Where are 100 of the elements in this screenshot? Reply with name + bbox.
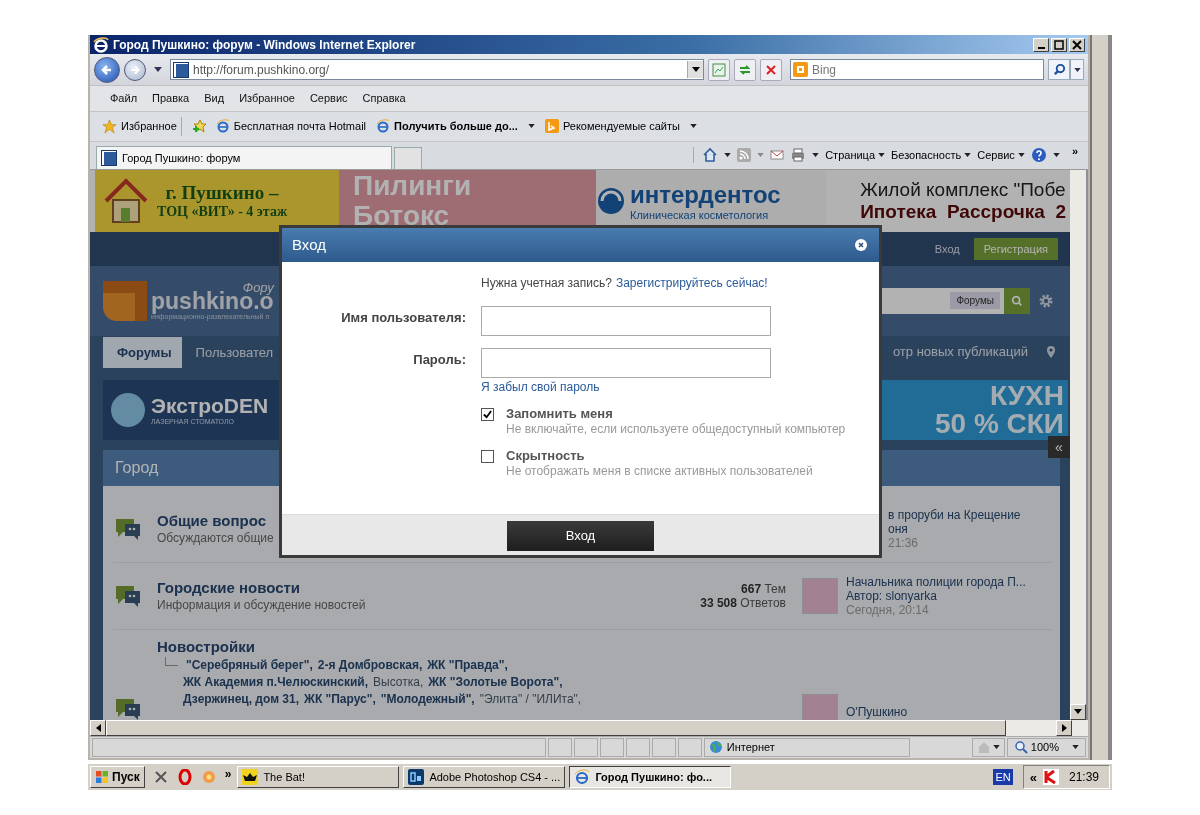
forum-description: Обсуждаются общие: [157, 531, 274, 546]
subforum-link[interactable]: ЖК Академия п.Челюскинский,: [183, 673, 369, 691]
search-icon: [1052, 63, 1066, 77]
nav-tab[interactable]: Форумы: [103, 336, 182, 368]
caret-icon: [1017, 153, 1025, 158]
banner-text: Ботокс: [353, 200, 451, 231]
command-menu[interactable]: Безопасность: [891, 149, 972, 162]
last-post-link[interactable]: Начальника полиции города П...: [846, 574, 1026, 589]
close-icon[interactable]: [855, 238, 867, 251]
subforum-link[interactable]: 2-я Домбровская,: [317, 656, 423, 674]
nav-tab[interactable]: Пользовател: [181, 336, 284, 368]
banner-text: Ипотека Рассрочка 2: [860, 200, 1066, 223]
subforum-link[interactable]: ЖК "Правда",: [427, 656, 508, 674]
subforum-link[interactable]: ЖК "Парус",: [304, 690, 376, 708]
help-icon[interactable]: [1030, 147, 1047, 164]
last-post-meta: оня: [888, 521, 908, 536]
checkbox-label[interactable]: Запомнить меня: [506, 405, 846, 421]
nav-tab[interactable]: отр новых публикаций: [892, 344, 1028, 360]
favorites-button[interactable]: Избранное: [98, 116, 182, 136]
settings-icon[interactable]: [1038, 292, 1054, 309]
maximize-button[interactable]: [1051, 37, 1067, 52]
refresh-button[interactable]: [734, 58, 756, 81]
back-button[interactable]: [94, 56, 120, 83]
address-field[interactable]: http://forum.pushkino.org/: [193, 62, 683, 77]
minimize-button[interactable]: [1033, 37, 1049, 52]
last-post-meta: Сегодня, 20:14: [846, 602, 929, 617]
scroll-down-button[interactable]: [1070, 703, 1086, 720]
last-post-link[interactable]: в проруби на Крещение: [888, 507, 1021, 522]
address-bar[interactable]: http://forum.pushkino.org/: [170, 59, 704, 81]
advertisement-banner[interactable]: г. Пушкино – ТОЦ «ВИТ» - 4 этаж: [95, 169, 339, 232]
caret-icon: [691, 67, 700, 73]
caret-icon[interactable]: [724, 153, 732, 158]
language-indicator[interactable]: EN: [993, 769, 1013, 785]
search-bar[interactable]: Bing: [790, 59, 1044, 81]
password-field[interactable]: [481, 347, 771, 378]
mail-icon[interactable]: [770, 148, 785, 163]
taskbar-button[interactable]: Город Пушкино: фо...: [569, 766, 732, 788]
favorites-link[interactable]: Бесплатная почта Hotmail: [215, 119, 367, 134]
subforum-link[interactable]: Дзержинец, дом 31,: [183, 690, 300, 708]
login-link[interactable]: Вход: [934, 242, 960, 255]
forward-button[interactable]: [124, 58, 146, 81]
dialog-title: Вход: [292, 236, 326, 254]
subforum-link[interactable]: "Элита" / "ИЛИта",: [479, 690, 582, 708]
search-button[interactable]: [1004, 287, 1030, 314]
forum-title-link[interactable]: Общие вопрос: [157, 512, 267, 530]
menu-item[interactable]: Избранное: [239, 92, 295, 105]
account-prompt: Нужна учетная запись?: [481, 275, 612, 292]
site-icon: [101, 149, 117, 166]
last-post-link[interactable]: О'Пушкино: [846, 704, 908, 719]
collapse-sidebar-button[interactable]: «: [1048, 435, 1070, 458]
stop-button[interactable]: [760, 58, 782, 81]
start-button[interactable]: Пуск: [90, 766, 145, 788]
caret-icon[interactable]: [154, 67, 162, 73]
printer-icon[interactable]: [790, 147, 807, 164]
subforum-link[interactable]: "Молодежный",: [380, 690, 475, 708]
subforum-link[interactable]: ЖК "Золотые Ворота",: [428, 673, 563, 691]
search-options-button[interactable]: [1070, 59, 1084, 81]
search-icon: [1011, 294, 1023, 307]
close-button[interactable]: [1069, 37, 1085, 52]
banner-text: КУХН: [988, 381, 1064, 410]
command-menu[interactable]: Сервис: [977, 149, 1025, 162]
menu-item[interactable]: Файл: [110, 92, 138, 105]
checkbox-hint: Не включайте, если используете общедоступный компьютер: [506, 421, 846, 436]
dropdown-button[interactable]: [687, 61, 703, 79]
show-hidden-icons-button[interactable]: «: [1029, 769, 1037, 785]
menu-item[interactable]: Правка: [152, 92, 190, 105]
map-pin-icon[interactable]: [1046, 344, 1056, 359]
checkbox[interactable]: [481, 449, 494, 463]
register-link[interactable]: Зарегистрируйтесь сейчас!: [615, 275, 768, 294]
windows-flag-icon: [95, 770, 109, 784]
search-button[interactable]: [1048, 59, 1070, 81]
subforum-link[interactable]: Высотка,: [373, 673, 424, 691]
username-field[interactable]: [481, 305, 771, 336]
favorites-link[interactable]: Рекомендуемые сайты: [544, 119, 697, 134]
field-label: Имя пользователя:: [340, 310, 466, 326]
checkbox-label[interactable]: Скрытность: [506, 447, 813, 463]
clock: 21:39: [1068, 770, 1099, 784]
taskbar-button[interactable]: The Bat!: [237, 766, 400, 788]
taskbar-button[interactable]: Adobe Photoshop CS4 - ...: [403, 766, 566, 788]
magnifier-icon: [1013, 740, 1028, 755]
favorites-link[interactable]: Получить больше до...: [376, 119, 535, 134]
command-menu[interactable]: Страница: [825, 149, 886, 162]
login-button[interactable]: Вход: [507, 520, 654, 551]
menu-item[interactable]: Вид: [204, 92, 225, 105]
checkbox[interactable]: [481, 407, 494, 421]
home-icon[interactable]: [702, 147, 719, 164]
menu-item[interactable]: Сервис: [309, 92, 348, 105]
more-commands-button[interactable]: »: [1071, 145, 1078, 158]
search-scope-button[interactable]: Форумы: [950, 292, 1000, 310]
menu-item[interactable]: Справка: [362, 92, 406, 105]
forgot-password-link[interactable]: Я забыл свой пароль: [481, 379, 879, 394]
browser-tab[interactable]: Город Пушкино: форум: [96, 145, 392, 169]
zoom-button[interactable]: 100%: [1006, 737, 1086, 757]
caret-icon[interactable]: [812, 153, 820, 158]
forum-title-link[interactable]: Новостройки: [157, 637, 255, 655]
vertical-scrollbar[interactable]: [1070, 169, 1086, 720]
quick-launch-overflow-button[interactable]: »: [224, 767, 232, 781]
caret-icon[interactable]: [1052, 153, 1060, 158]
forum-title-link[interactable]: Городские новости: [157, 579, 301, 597]
subforum-link[interactable]: "Серебряный берег",: [186, 656, 313, 674]
